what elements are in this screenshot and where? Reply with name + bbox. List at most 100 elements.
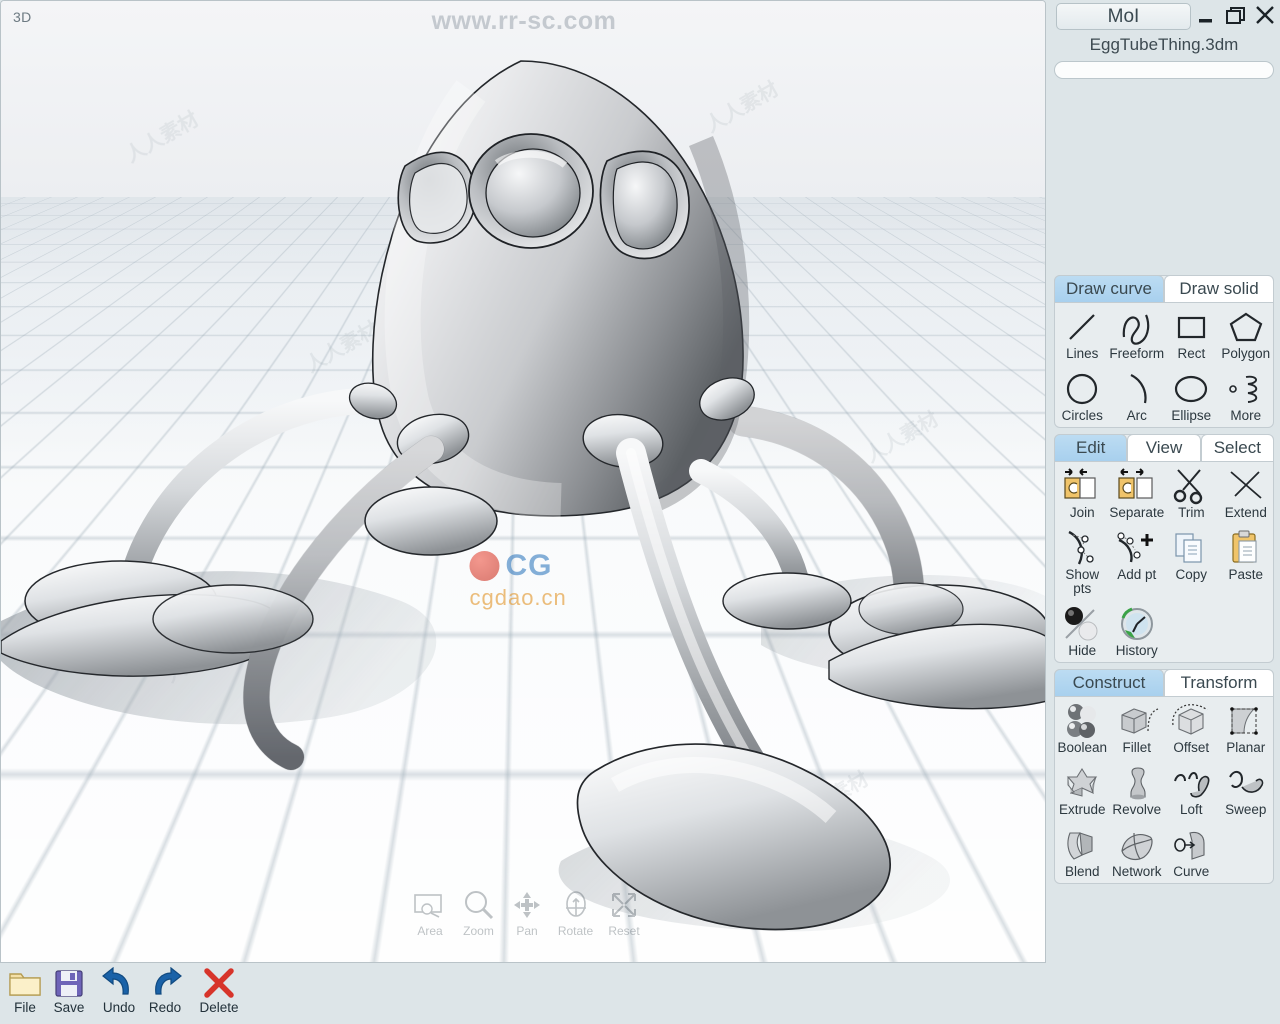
tool-separate[interactable]: Separate [1109,466,1164,522]
redo-button[interactable]: Redo [140,966,190,1015]
tool-rect[interactable]: Rect [1164,307,1218,363]
tool-arc[interactable]: Arc [1110,369,1165,425]
line-icon [1055,307,1109,347]
tool-add-pt[interactable]: Add pt [1110,528,1165,598]
tool-planar-label: Planar [1219,741,1274,755]
tool-arc-label: Arc [1110,409,1165,423]
tool-fillet-label: Fillet [1110,741,1165,755]
file-name-label: EggTubeThing.3dm [1048,35,1280,57]
undo-button-label: Undo [94,1000,144,1015]
clipboard-paste-icon [1219,528,1274,568]
offset-cube-icon [1164,701,1219,741]
helix-more-icon [1219,369,1274,409]
reset-arrows-icon [601,886,647,924]
maximize-restore-button[interactable] [1223,2,1249,28]
construct-panel-row-3: Blend Network [1055,821,1273,883]
undo-button[interactable]: Undo [94,966,144,1015]
tool-loft[interactable]: Loft [1164,763,1219,819]
delete-button[interactable]: Delete [192,966,246,1015]
hide-spheres-icon [1055,604,1110,644]
tool-circles[interactable]: Circles [1055,369,1110,425]
red-x-icon [192,966,246,1000]
tool-circles-label: Circles [1055,409,1110,423]
tool-paste[interactable]: Paste [1219,528,1274,598]
tool-boolean[interactable]: Boolean [1055,701,1110,757]
tool-sweep-label: Sweep [1219,803,1274,817]
tool-copy[interactable]: Copy [1164,528,1219,598]
tab-construct[interactable]: Construct [1054,669,1164,697]
rectangle-icon [1164,307,1218,347]
tool-ellipse[interactable]: Ellipse [1164,369,1219,425]
tool-extend[interactable]: Extend [1219,466,1273,522]
tool-more[interactable]: More [1219,369,1274,425]
tool-offset[interactable]: Offset [1164,701,1219,757]
tab-draw-curve[interactable]: Draw curve [1054,275,1164,303]
3d-viewport[interactable]: 3D www.rr-sc.com 人人素材 人人素材 人人素材 人人素材 人人素… [0,0,1046,963]
tool-trim[interactable]: Trim [1164,466,1218,522]
tool-revolve[interactable]: Revolve [1110,763,1165,819]
tool-join-label: Join [1055,506,1109,520]
viewport-nav-rotate[interactable]: Rotate [553,886,599,938]
magnifier-icon [456,886,502,924]
tool-polygon-label: Polygon [1219,347,1273,361]
tool-planar[interactable]: Planar [1219,701,1274,757]
construct-panel-row-2: Extrude Revolve [1055,759,1273,821]
viewport-nav-pan[interactable]: Pan [504,886,550,938]
viewport-nav-zoom[interactable]: Zoom [456,886,502,938]
tool-extrude[interactable]: Extrude [1055,763,1110,819]
copy-documents-icon [1164,528,1219,568]
save-button[interactable]: Save [44,966,94,1015]
tool-network[interactable]: Network [1110,825,1165,881]
tool-freeform-label: Freeform [1109,347,1164,361]
tool-more-label: More [1219,409,1274,423]
command-name-field[interactable]: MoI [1056,3,1191,30]
tool-freeform[interactable]: Freeform [1109,307,1164,363]
file-button[interactable]: File [0,966,50,1015]
redo-button-label: Redo [140,1000,190,1015]
tool-polygon[interactable]: Polygon [1219,307,1273,363]
draw-panel-tabs: Draw curve Draw solid [1054,275,1274,303]
tool-curve[interactable]: Curve [1164,825,1219,881]
viewport-nav-reset[interactable]: Reset [601,886,647,938]
edit-panel-row-2: Show pts Add pt [1055,524,1273,600]
tool-show-pts[interactable]: Show pts [1055,528,1110,598]
tool-copy-label: Copy [1164,568,1219,582]
viewport-nav-rotate-label: Rotate [553,924,599,938]
tool-hide[interactable]: Hide [1055,604,1110,660]
draw-panel-row-1: Lines Freeform Rect Polygon [1055,303,1273,365]
command-input[interactable] [1054,61,1274,79]
tool-loft-label: Loft [1164,803,1219,817]
puzzle-separate-icon [1109,466,1164,506]
tab-draw-solid[interactable]: Draw solid [1164,275,1274,303]
construct-panel: Construct Transform Boolean [1054,669,1274,884]
tool-sweep[interactable]: Sweep [1219,763,1274,819]
tab-select[interactable]: Select [1201,434,1274,462]
tab-view[interactable]: View [1127,434,1200,462]
tool-blend[interactable]: Blend [1055,825,1110,881]
tool-history[interactable]: History [1110,604,1165,660]
freeform-curve-icon [1109,307,1164,347]
rotate-icon [553,886,599,924]
ellipse-icon [1164,369,1219,409]
tool-network-label: Network [1110,865,1165,879]
viewport-nav-area[interactable]: Area [407,886,453,938]
edit-panel: Edit View Select Join [1054,434,1274,663]
folder-icon [0,966,50,1000]
viewport-nav-zoom-label: Zoom [456,924,502,938]
circle-icon [1055,369,1110,409]
add-point-icon [1110,528,1165,568]
tool-ellipse-label: Ellipse [1164,409,1219,423]
tool-lines[interactable]: Lines [1055,307,1109,363]
title-bar: MoI [1048,0,1280,34]
tool-revolve-label: Revolve [1110,803,1165,817]
viewport-nav-reset-label: Reset [601,924,647,938]
minimize-button[interactable] [1194,2,1220,28]
edit-panel-spacer-2 [1219,604,1274,660]
viewport-nav-controls[interactable]: Area Zoom Pan Rotate [407,878,647,938]
tab-transform[interactable]: Transform [1164,669,1274,697]
tool-join[interactable]: Join [1055,466,1109,522]
tool-fillet[interactable]: Fillet [1110,701,1165,757]
control-points-icon [1055,528,1110,568]
close-button[interactable] [1252,2,1278,28]
tab-edit[interactable]: Edit [1054,434,1127,462]
